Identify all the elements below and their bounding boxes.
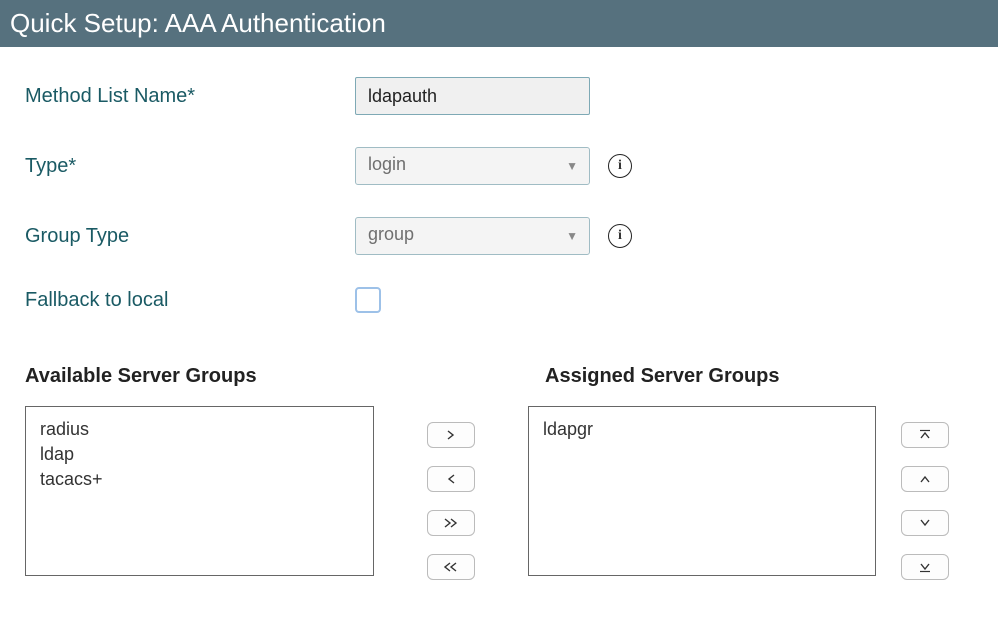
order-buttons	[876, 406, 973, 580]
fallback-label: Fallback to local	[25, 289, 355, 312]
type-select[interactable]: login	[355, 147, 590, 185]
move-down-button[interactable]	[901, 510, 949, 536]
row-method-list-name: Method List Name*	[25, 77, 973, 115]
type-info-icon[interactable]: i	[608, 154, 632, 178]
group-type-info-icon[interactable]: i	[608, 224, 632, 248]
move-all-left-button[interactable]	[427, 554, 475, 580]
assigned-groups-listbox[interactable]: ldapgr	[528, 406, 877, 576]
page-title: Quick Setup: AAA Authentication	[10, 8, 386, 38]
row-fallback: Fallback to local	[25, 287, 973, 313]
row-group-type: Group Type group ▼ i	[25, 217, 973, 255]
transfer-buttons	[374, 406, 528, 580]
move-top-button[interactable]	[901, 422, 949, 448]
list-item[interactable]: radius	[40, 417, 359, 442]
fallback-checkbox[interactable]	[355, 287, 381, 313]
move-up-button[interactable]	[901, 466, 949, 492]
list-item[interactable]: ldap	[40, 442, 359, 467]
method-list-name-label: Method List Name*	[25, 85, 355, 108]
available-groups-header: Available Server Groups	[25, 365, 545, 388]
move-all-right-button[interactable]	[427, 510, 475, 536]
groups-section: Available Server Groups Assigned Server …	[0, 365, 998, 580]
move-right-button[interactable]	[427, 422, 475, 448]
group-type-select[interactable]: group	[355, 217, 590, 255]
list-item[interactable]: tacacs+	[40, 467, 359, 492]
type-label: Type*	[25, 155, 355, 178]
assigned-groups-header: Assigned Server Groups	[545, 365, 780, 388]
move-left-button[interactable]	[427, 466, 475, 492]
form-area: Method List Name* Type* login ▼ i Group …	[0, 47, 998, 365]
list-item[interactable]: ldapgr	[543, 417, 862, 442]
available-groups-listbox[interactable]: radiusldaptacacs+	[25, 406, 374, 576]
method-list-name-input[interactable]	[355, 77, 590, 115]
row-type: Type* login ▼ i	[25, 147, 973, 185]
page-header: Quick Setup: AAA Authentication	[0, 0, 998, 47]
move-bottom-button[interactable]	[901, 554, 949, 580]
group-type-label: Group Type	[25, 225, 355, 248]
